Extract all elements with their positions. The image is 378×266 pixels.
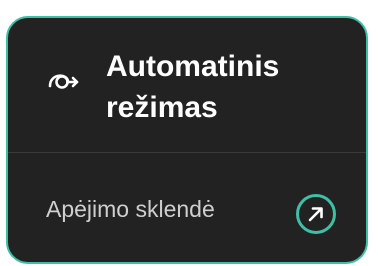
bypass-damper-link-row[interactable]: Apėjimo sklendė: [8, 153, 366, 262]
arrow-up-right-icon: [308, 207, 323, 222]
open-bypass-damper-button[interactable]: [296, 194, 336, 234]
mode-title-line2: režimas: [106, 91, 218, 124]
mode-title-line1: Automatinis: [106, 50, 280, 83]
bypass-damper-card: Automatinis režimas Apėjimo sklendė: [6, 16, 368, 264]
auto-mode-icon: [48, 74, 79, 89]
mode-title: Automatinis režimas: [106, 46, 346, 128]
bypass-damper-label: Apėjimo sklendė: [46, 196, 215, 222]
mode-header: Automatinis režimas: [8, 18, 366, 152]
